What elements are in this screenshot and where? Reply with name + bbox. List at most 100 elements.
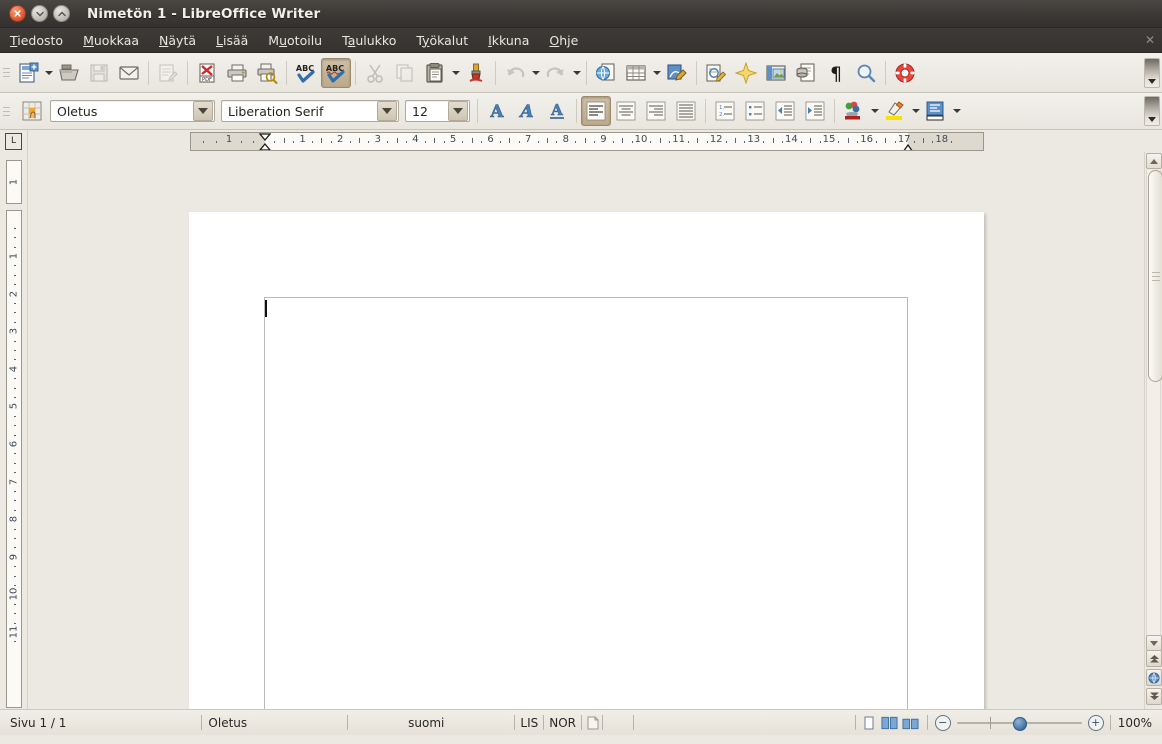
paragraph-background-dropdown[interactable] <box>951 96 962 126</box>
highlight-color-dropdown[interactable] <box>910 96 921 126</box>
data-sources-icon[interactable] <box>791 58 821 88</box>
find-replace-icon[interactable] <box>701 58 731 88</box>
document-modified-icon[interactable] <box>587 716 599 730</box>
decrease-indent-button[interactable] <box>770 96 800 126</box>
align-right-button[interactable] <box>641 96 671 126</box>
status-separator <box>347 715 349 730</box>
underline-button[interactable]: A <box>542 96 572 126</box>
left-indent-marker[interactable] <box>258 133 272 150</box>
zoom-level-indicator[interactable]: 100% <box>1118 716 1152 730</box>
menu-taulukko[interactable]: Taulukko <box>333 30 405 51</box>
new-document-icon[interactable] <box>13 58 43 88</box>
document-canvas[interactable] <box>28 152 1144 709</box>
italic-button[interactable]: A <box>512 96 542 126</box>
tab-stop-selector[interactable]: L <box>0 130 28 152</box>
open-file-icon[interactable] <box>54 58 84 88</box>
scrollbar-track[interactable] <box>1146 170 1162 635</box>
paragraph-style-combo[interactable]: Oletus <box>50 100 215 122</box>
toolbar-grip[interactable] <box>2 98 11 124</box>
align-center-button[interactable] <box>611 96 641 126</box>
single-page-view-button[interactable] <box>860 715 877 730</box>
apply-style-icon[interactable] <box>17 96 47 126</box>
zoom-out-button[interactable]: − <box>934 714 951 731</box>
autospellcheck-icon[interactable]: ABC <box>321 57 351 88</box>
font-color-dropdown[interactable] <box>869 96 880 126</box>
align-left-button[interactable] <box>581 96 611 126</box>
zoom-slider-handle[interactable] <box>1012 716 1027 731</box>
spelling-icon[interactable]: ABC <box>291 58 321 88</box>
page-style-indicator[interactable]: Oletus <box>208 716 247 730</box>
show-draw-functions-icon[interactable] <box>662 58 692 88</box>
multi-page-view-button[interactable] <box>881 715 898 730</box>
navigation-button[interactable] <box>1146 669 1162 686</box>
highlight-color-button[interactable] <box>880 96 910 126</box>
unordered-list-button[interactable] <box>740 96 770 126</box>
ruler-tick <box>14 237 16 239</box>
insert-table-dropdown[interactable] <box>651 58 662 88</box>
menu-muotoilu[interactable]: Muotoilu <box>259 30 331 51</box>
help-icon[interactable] <box>890 58 920 88</box>
toolbar-overflow[interactable] <box>1144 57 1160 88</box>
print-icon[interactable] <box>222 58 252 88</box>
close-button[interactable] <box>9 5 26 22</box>
zoom-slider[interactable] <box>956 716 1082 731</box>
bold-button[interactable]: A <box>482 96 512 126</box>
paragraph-style-value: Oletus <box>57 103 98 119</box>
menu-ikkuna[interactable]: Ikkuna <box>479 30 538 51</box>
hyperlink-icon[interactable] <box>591 58 621 88</box>
vertical-ruler[interactable]: 1 1 2 3 4 5 6 7 8 9 10 11 <box>0 152 28 709</box>
menu-muokkaa[interactable]: Muokkaa <box>74 30 148 51</box>
ruler-tick <box>894 141 896 143</box>
font-size-combo[interactable]: 12 <box>405 100 470 122</box>
print-preview-icon[interactable] <box>252 58 282 88</box>
redo-dropdown[interactable] <box>571 58 582 88</box>
document-page[interactable] <box>189 212 984 709</box>
insert-image-icon[interactable] <box>761 58 791 88</box>
font-color-button[interactable] <box>839 96 869 126</box>
insert-mode-indicator[interactable]: LIS <box>520 716 538 730</box>
scroll-down-button[interactable] <box>1145 635 1162 651</box>
undo-dropdown[interactable] <box>530 58 541 88</box>
formatting-marks-icon[interactable]: ¶ <box>821 58 851 88</box>
paste-icon[interactable] <box>420 58 450 88</box>
new-document-dropdown[interactable] <box>43 58 54 88</box>
scrollbar-thumb[interactable] <box>1148 170 1162 382</box>
export-pdf-icon[interactable]: PDF <box>192 58 222 88</box>
paragraph-style-dropdown-arrow[interactable] <box>193 101 213 121</box>
language-indicator[interactable]: suomi <box>408 716 444 730</box>
previous-page-button[interactable] <box>1146 650 1162 667</box>
menu-lisaa[interactable]: Lisää <box>207 30 257 51</box>
menu-tiedosto[interactable]: Tiedosto <box>1 30 72 51</box>
zoom-icon[interactable] <box>851 58 881 88</box>
scroll-up-button[interactable] <box>1145 153 1162 169</box>
vertical-scrollbar[interactable] <box>1144 152 1162 709</box>
font-name-dropdown-arrow[interactable] <box>377 101 397 121</box>
close-document-icon[interactable]: ✕ <box>1145 34 1155 46</box>
toolbar-grip[interactable] <box>2 60 11 86</box>
menu-tyokalut[interactable]: Työkalut <box>407 30 477 51</box>
font-name-combo[interactable]: Liberation Serif <box>221 100 399 122</box>
ordered-list-button[interactable]: 1. 2. <box>710 96 740 126</box>
page-indicator[interactable]: Sivu 1 / 1 <box>10 716 66 730</box>
selection-mode-indicator[interactable]: NOR <box>549 716 576 730</box>
email-document-icon[interactable] <box>114 58 144 88</box>
menu-ohje[interactable]: Ohje <box>540 30 587 51</box>
justify-button[interactable] <box>671 96 701 126</box>
increase-indent-button[interactable] <box>800 96 830 126</box>
maximize-button[interactable] <box>53 5 70 22</box>
minimize-button[interactable] <box>31 5 48 22</box>
gallery-icon[interactable] <box>731 58 761 88</box>
menu-naytä[interactable]: Näytä <box>150 30 205 51</box>
horizontal-ruler[interactable]: 1 1 2 3 4 5 6 7 8 9 10 11 12 13 14 15 16 17 18 <box>190 132 984 151</box>
font-size-dropdown-arrow[interactable] <box>448 101 468 121</box>
paragraph-background-button[interactable] <box>921 96 951 126</box>
clone-formatting-icon[interactable] <box>461 58 491 88</box>
paste-dropdown[interactable] <box>450 58 461 88</box>
book-view-button[interactable] <box>902 715 919 730</box>
right-indent-marker[interactable] <box>902 142 914 150</box>
zoom-in-button[interactable]: + <box>1087 714 1104 731</box>
toolbar-separator <box>576 99 577 123</box>
insert-table-icon[interactable] <box>621 58 651 88</box>
next-page-button[interactable] <box>1146 688 1162 705</box>
toolbar-overflow[interactable] <box>1144 96 1160 126</box>
